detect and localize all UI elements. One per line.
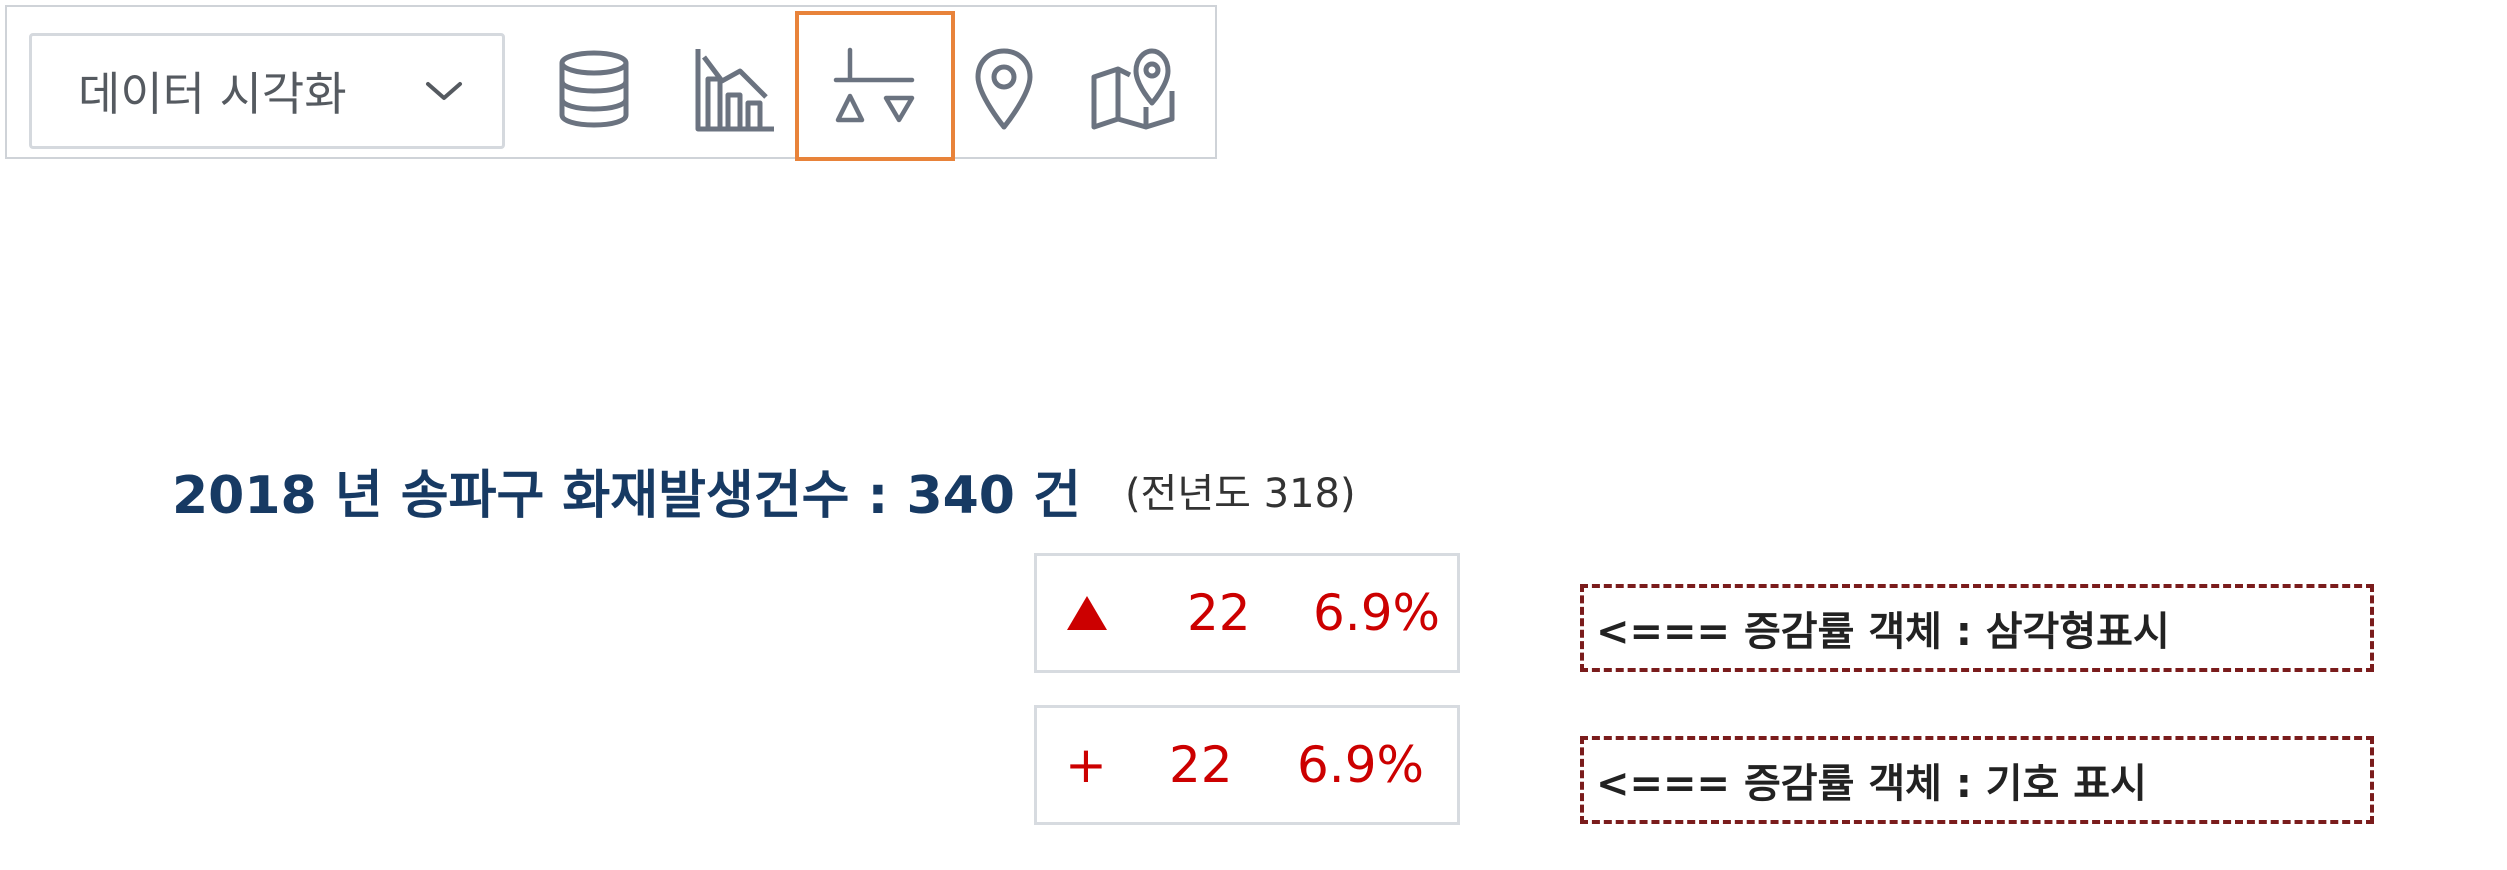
plus-icon: +: [1065, 736, 1107, 794]
rate-symbol-button[interactable]: [795, 11, 955, 161]
rate-change-percent: 6.9%: [1297, 736, 1425, 794]
database-button[interactable]: [531, 19, 657, 159]
chevron-down-icon: [426, 82, 462, 100]
heading-title: 2018 년 송파구 화재발생건수 : 340 건: [172, 465, 1081, 526]
rate-box-symbol: + 22 6.9%: [1034, 705, 1460, 825]
annotation-text: <=== 증감률 객체 : 기호 표시: [1596, 761, 2147, 807]
rate-change-value: 22: [1169, 736, 1233, 794]
annotation-text: <=== 증감률 객체 : 삼각형표시: [1596, 609, 2170, 655]
bar-line-chart-icon: [695, 49, 774, 132]
fire-count-heading: 2018 년 송파구 화재발생건수 : 340 건 (전년도 318): [172, 450, 1356, 530]
annotation-symbol-display: <=== 증감률 객체 : 기호 표시: [1580, 736, 2374, 824]
rate-box-triangle: 22 6.9%: [1034, 553, 1460, 673]
database-icon: [559, 50, 629, 128]
previous-year-note: (전년도 318): [1124, 471, 1356, 517]
annotation-triangle-display: <=== 증감률 객체 : 삼각형표시: [1580, 584, 2374, 672]
dropdown-label: 데이터 시각화: [78, 67, 347, 121]
map-icon: [1091, 48, 1175, 130]
chart-button[interactable]: [671, 19, 797, 159]
map-button[interactable]: [1071, 19, 1197, 159]
visualization-dropdown[interactable]: 데이터 시각화: [29, 33, 505, 149]
location-button[interactable]: [941, 19, 1067, 159]
up-triangle-icon: [1067, 596, 1107, 630]
plus-triangle-symbol-icon: [833, 47, 915, 123]
map-pin-icon: [975, 48, 1033, 130]
rate-change-value: 22: [1187, 584, 1251, 642]
rate-change-percent: 6.9%: [1313, 584, 1441, 642]
toolbar: 데이터 시각화: [5, 5, 1217, 161]
